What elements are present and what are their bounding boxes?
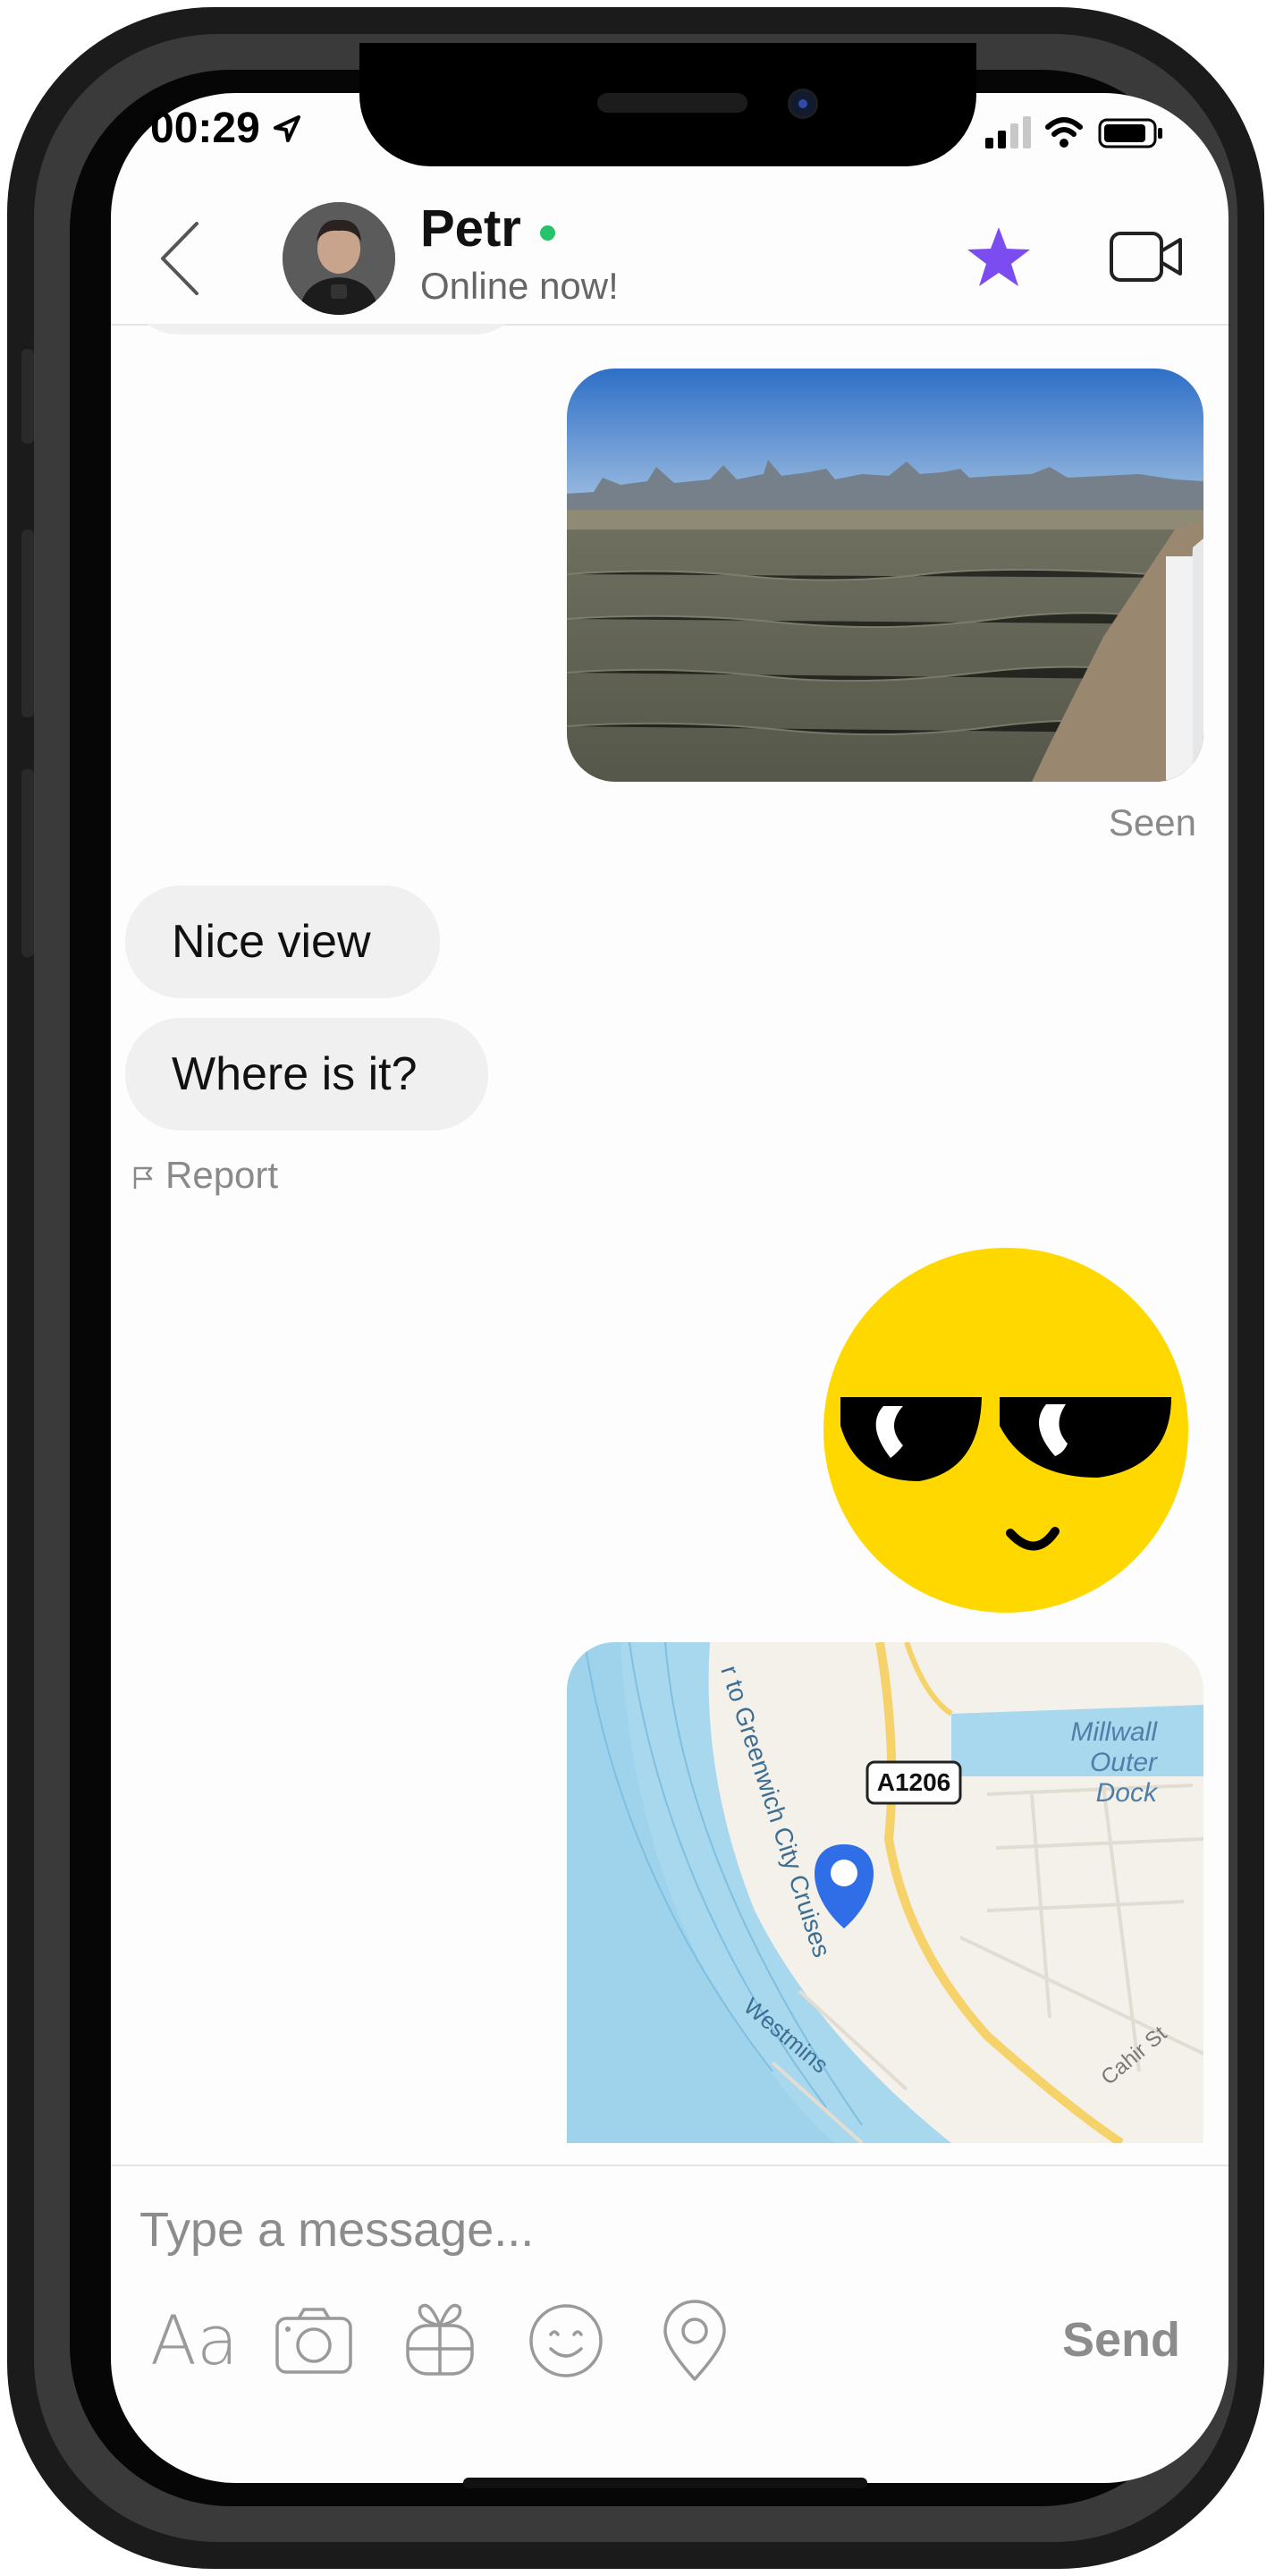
- location-arrow-icon: [274, 115, 301, 142]
- home-indicator[interactable]: [463, 2478, 867, 2488]
- report-link[interactable]: Report: [131, 1154, 278, 1197]
- dock-label-line1: Millwall: [1070, 1717, 1158, 1747]
- wifi-icon: [1045, 117, 1083, 148]
- ringer-switch: [21, 349, 34, 444]
- video-call-icon[interactable]: [1109, 231, 1186, 283]
- report-label: Report: [165, 1154, 279, 1196]
- sunglasses-smiley-icon[interactable]: [821, 1247, 1191, 1614]
- message-input[interactable]: Type a message...: [139, 2202, 534, 2258]
- location-pin-icon[interactable]: [662, 2299, 728, 2383]
- online-indicator: [540, 225, 555, 241]
- received-message-bubble[interactable]: Where is it?: [125, 1018, 488, 1131]
- status-icons: [985, 116, 1162, 148]
- contact-name: Petr: [420, 199, 521, 258]
- emoji-icon[interactable]: [528, 2302, 604, 2379]
- river-city-photo: [567, 369, 1203, 782]
- volume-down-button: [21, 769, 34, 957]
- signal-icon: [985, 116, 1031, 148]
- front-camera: [788, 89, 818, 119]
- font-icon[interactable]: Aa: [150, 2301, 239, 2380]
- location-message-map[interactable]: A1206 Millwall Outer Dock r to Greenwich…: [567, 1642, 1203, 2143]
- dock-label-line3: Dock: [1096, 1778, 1159, 1808]
- volume-up-button: [21, 530, 34, 717]
- avatar[interactable]: [283, 202, 395, 315]
- back-chevron-icon[interactable]: [157, 218, 202, 299]
- star-icon[interactable]: [966, 225, 1032, 288]
- flag-icon: [133, 1166, 153, 1189]
- received-message-bubble[interactable]: Nice view: [125, 886, 440, 998]
- map-view: A1206 Millwall Outer Dock r to Greenwich…: [567, 1642, 1203, 2143]
- camera-icon[interactable]: [274, 2304, 354, 2376]
- send-button[interactable]: Send: [1062, 2312, 1180, 2368]
- seen-receipt: Seen: [1108, 801, 1196, 843]
- composer-divider: [111, 2165, 1229, 2166]
- status-time: 00:29: [150, 104, 302, 153]
- photo-message[interactable]: [567, 369, 1203, 782]
- avatar-photo: [283, 202, 395, 315]
- battery-icon: [1098, 118, 1162, 148]
- gift-icon[interactable]: [402, 2295, 477, 2377]
- speaker: [597, 93, 747, 113]
- contact-status: Online now!: [420, 265, 619, 307]
- road-badge-label: A1206: [877, 1768, 951, 1796]
- dock-label-line2: Outer: [1090, 1748, 1158, 1777]
